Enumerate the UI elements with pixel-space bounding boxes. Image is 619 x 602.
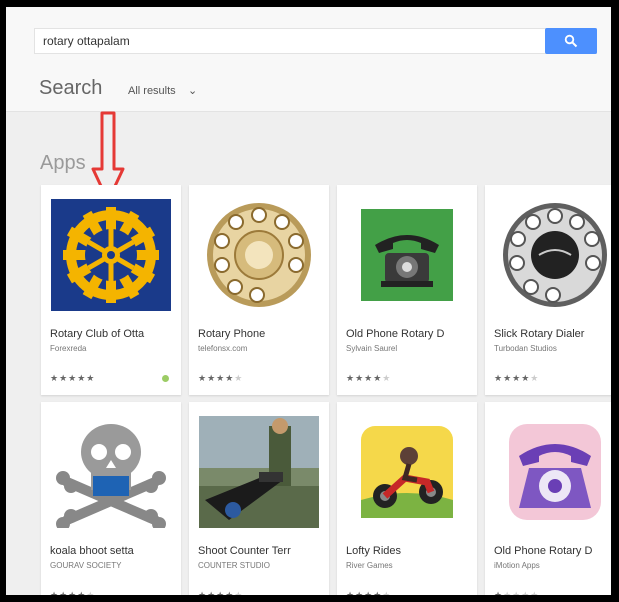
app-card[interactable]: Rotary Phone telefonsx.com ★★★★★ (189, 185, 329, 395)
app-developer[interactable]: iMotion Apps (494, 561, 611, 570)
app-card[interactable]: Lofty Rides River Games ★★★★★ (337, 402, 477, 595)
app-card[interactable]: Shoot Counter Terr COUNTER STUDIO ★★★★★ (189, 402, 329, 595)
app-title[interactable]: Old Phone Rotary D (346, 328, 471, 340)
results-header: Search All results ⌄ (6, 65, 611, 112)
app-developer[interactable]: Forexreda (50, 344, 175, 353)
app-title[interactable]: Old Phone Rotary D (494, 545, 611, 557)
app-title[interactable]: Shoot Counter Terr (198, 545, 323, 557)
old-phone-icon (347, 199, 467, 311)
star-rating: ★★★★★ (198, 590, 244, 595)
app-card[interactable]: koala bhoot setta GOURAV SOCIETY ★★★★★ (41, 402, 181, 595)
app-title[interactable]: Lofty Rides (346, 545, 471, 557)
search-button[interactable] (545, 28, 597, 54)
installed-badge (162, 375, 169, 382)
section-title-apps: Apps (40, 152, 86, 174)
app-card[interactable]: Slick Rotary Dialer Turbodan Studios ★★★… (485, 185, 611, 395)
star-rating: ★★★★★ (346, 590, 392, 595)
rotary-wheel-icon (51, 199, 171, 311)
app-card[interactable]: Old Phone Rotary D Sylvain Saurel ★★★★★ (337, 185, 477, 395)
app-developer[interactable]: GOURAV SOCIETY (50, 561, 175, 570)
search-input[interactable]: rotary ottapalam (34, 28, 597, 54)
shooter-icon (199, 416, 319, 528)
star-rating: ★★★★★ (50, 590, 96, 595)
app-title[interactable]: Slick Rotary Dialer (494, 328, 611, 340)
app-developer[interactable]: COUNTER STUDIO (198, 561, 323, 570)
star-rating: ★★★★★ (198, 373, 244, 383)
star-rating: ★★★★★ (50, 373, 96, 383)
app-title[interactable]: koala bhoot setta (50, 545, 175, 557)
results-filter[interactable]: All results (128, 85, 176, 97)
star-rating: ★★★★★ (494, 590, 540, 595)
app-title[interactable]: Rotary Club of Otta (50, 328, 175, 340)
app-developer[interactable]: Turbodan Studios (494, 344, 611, 353)
chevron-down-icon[interactable]: ⌄ (188, 84, 197, 97)
search-icon (564, 34, 578, 48)
top-bar: rotary ottapalam (6, 7, 611, 65)
page-title: Search (39, 77, 103, 99)
star-rating: ★★★★★ (494, 373, 540, 383)
app-developer[interactable]: River Games (346, 561, 471, 570)
star-rating: ★★★★★ (346, 373, 392, 383)
rotary-dial-icon (199, 199, 319, 311)
search-query: rotary ottapalam (43, 34, 130, 48)
window-frame: rotary ottapalam Search All results ⌄ Ap… (0, 0, 619, 602)
app-title[interactable]: Rotary Phone (198, 328, 323, 340)
purple-phone-icon (495, 416, 611, 528)
app-developer[interactable]: telefonsx.com (198, 344, 323, 353)
app-card[interactable]: Rotary Club of Otta Forexreda ★★★★★ (41, 185, 181, 395)
play-store-page: rotary ottapalam Search All results ⌄ Ap… (6, 7, 611, 595)
app-card[interactable]: Old Phone Rotary D iMotion Apps ★★★★★ (485, 402, 611, 595)
app-developer[interactable]: Sylvain Saurel (346, 344, 471, 353)
slick-rotary-icon (495, 199, 611, 311)
motorbike-icon (347, 416, 467, 528)
skull-crossbones-icon (51, 416, 171, 531)
